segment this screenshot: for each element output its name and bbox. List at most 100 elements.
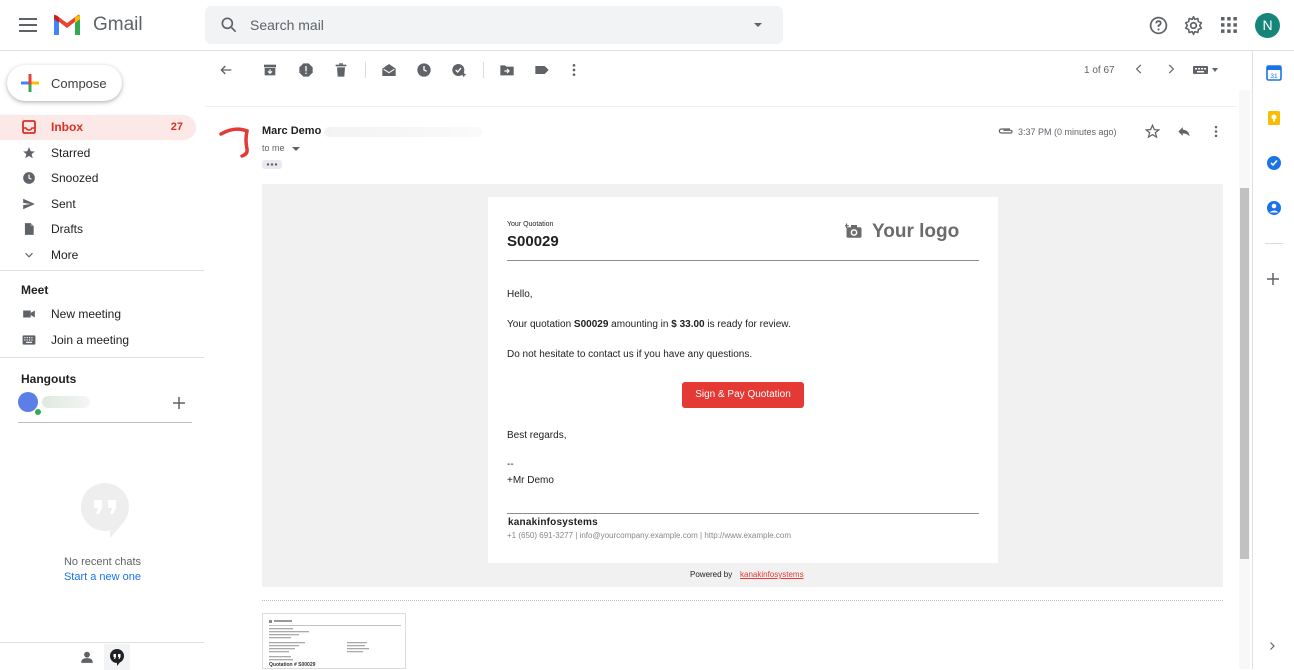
sidebar-divider: [0, 357, 205, 358]
meet-new-meeting[interactable]: New meeting: [0, 302, 196, 327]
label-icon[interactable]: [534, 62, 550, 78]
attachment-thumbnail[interactable]: Quotation # S00029: [262, 613, 406, 669]
online-status-indicator: [34, 408, 42, 416]
expand-panel-chevron-icon[interactable]: [1266, 640, 1278, 652]
new-meeting-label: New meeting: [51, 307, 122, 321]
gear-icon[interactable]: [1183, 15, 1204, 36]
add-on-plus-icon[interactable]: [1266, 272, 1280, 286]
draft-icon: [22, 222, 36, 236]
show-trimmed-content-button[interactable]: [262, 160, 282, 169]
report-spam-icon[interactable]: [298, 62, 314, 78]
signature-separator: --: [507, 459, 514, 470]
sidebar-item-more[interactable]: More: [0, 243, 196, 268]
sidebar-item-inbox[interactable]: Inbox 27: [0, 115, 196, 140]
search-options-icon[interactable]: [751, 18, 765, 32]
chevron-left-icon[interactable]: [1132, 62, 1146, 76]
search-icon[interactable]: [219, 15, 239, 35]
sidebar-item-drafts[interactable]: Drafts: [0, 217, 196, 242]
keep-icon[interactable]: [1266, 110, 1282, 126]
chat-bubble-icon: [80, 482, 130, 538]
powered-by-link[interactable]: kanakinfosystems: [740, 570, 804, 579]
quotation-summary: Your quotation S00029 amounting in $ 33.…: [507, 319, 791, 330]
toolbar-divider: [483, 62, 484, 78]
summary-mid: amounting in: [608, 319, 672, 330]
more-vert-icon[interactable]: [566, 62, 582, 78]
person-icon[interactable]: [80, 650, 94, 664]
tasks-icon[interactable]: [1266, 155, 1282, 171]
sidebar-item-label: Inbox: [51, 120, 83, 134]
compose-button[interactable]: Compose: [7, 65, 122, 101]
attachment-title: Quotation # S00029: [269, 662, 316, 668]
toolbar-separator: [205, 106, 1237, 107]
hangouts-section-title: Hangouts: [21, 372, 77, 386]
top-bar: Gmail N: [0, 0, 1294, 51]
sidebar-item-label: More: [51, 248, 79, 262]
app-name: Gmail: [93, 14, 143, 35]
sidebar-item-label: Sent: [51, 197, 76, 211]
start-new-chat-link[interactable]: Start a new one: [0, 571, 205, 583]
search-input[interactable]: [250, 14, 730, 36]
summary-prefix: Your quotation: [507, 319, 574, 330]
main-menu-icon[interactable]: [16, 13, 40, 37]
chevron-right-icon[interactable]: [1164, 62, 1178, 76]
sidebar-item-sent[interactable]: Sent: [0, 192, 196, 217]
sender-avatar[interactable]: [217, 124, 251, 158]
add-icon[interactable]: [172, 396, 186, 410]
signature-name: +Mr Demo: [507, 475, 554, 486]
scrollbar-thumb[interactable]: [1240, 188, 1249, 559]
sidebar-edge: [204, 51, 205, 669]
account-avatar[interactable]: N: [1255, 13, 1280, 38]
mark-unread-icon[interactable]: [381, 62, 397, 78]
move-to-icon[interactable]: [499, 62, 515, 78]
calendar-icon[interactable]: 31: [1266, 65, 1282, 81]
send-icon: [22, 197, 36, 211]
gmail-logo-icon[interactable]: [52, 13, 82, 37]
meet-section-title: Meet: [21, 283, 49, 297]
clock-icon: [22, 171, 36, 185]
toolbar-divider: [365, 62, 366, 78]
compose-plus-icon: [21, 74, 39, 92]
card-footer-divider: [507, 513, 979, 514]
summary-quote-number: S00029: [573, 319, 609, 330]
quotation-label: Your Quotation: [507, 221, 554, 228]
meet-join-meeting[interactable]: Join a meeting: [0, 328, 196, 353]
side-panel-divider: [1265, 243, 1283, 244]
star-icon: [22, 146, 36, 160]
compose-label: Compose: [51, 76, 107, 91]
hangouts-user-name-redacted: [42, 396, 90, 408]
sidebar-item-snoozed[interactable]: Snoozed: [0, 166, 196, 191]
company-logo-placeholder: Your logo: [872, 221, 960, 242]
email-timestamp: 3:37 PM (0 minutes ago): [1018, 127, 1117, 137]
contacts-icon[interactable]: [1266, 200, 1282, 216]
input-tools-keyboard-icon[interactable]: [1193, 64, 1221, 76]
regards-text: Best regards,: [507, 430, 567, 441]
powered-by-label: Powered by: [690, 570, 733, 579]
sign-and-pay-button[interactable]: Sign & Pay Quotation: [682, 382, 804, 408]
sidebar-item-starred[interactable]: Starred: [0, 141, 196, 166]
recipient-details-icon[interactable]: [292, 146, 300, 152]
reply-icon[interactable]: [1176, 124, 1192, 139]
help-icon[interactable]: [1148, 15, 1169, 36]
delete-icon[interactable]: [333, 62, 349, 78]
more-options-icon[interactable]: [1212, 124, 1220, 139]
join-meeting-label: Join a meeting: [51, 333, 130, 347]
hangouts-tab[interactable]: [104, 644, 130, 670]
no-recent-chats-text: No recent chats: [63, 556, 142, 568]
star-outline-icon[interactable]: [1145, 124, 1160, 139]
attachment-separator: [262, 600, 1223, 601]
apps-grid-icon[interactable]: [1219, 15, 1239, 35]
back-arrow-icon[interactable]: [218, 62, 234, 78]
add-to-tasks-icon[interactable]: [451, 62, 467, 78]
company-name: kanakinfosystems: [508, 517, 598, 528]
archive-icon[interactable]: [262, 62, 278, 78]
snooze-clock-icon[interactable]: [416, 62, 432, 78]
sender-name[interactable]: Marc Demo: [262, 125, 321, 137]
sender-email-redacted: [324, 127, 482, 137]
company-contact-info: +1 (650) 691-3277 | info@yourcompany.exa…: [507, 531, 792, 540]
attachment-icon: [998, 126, 1014, 136]
card-divider: [507, 260, 979, 261]
side-panel: 31: [1252, 51, 1294, 669]
sidebar-divider: [0, 270, 205, 271]
search-bar: [205, 6, 783, 44]
keyboard-icon: [22, 333, 36, 347]
